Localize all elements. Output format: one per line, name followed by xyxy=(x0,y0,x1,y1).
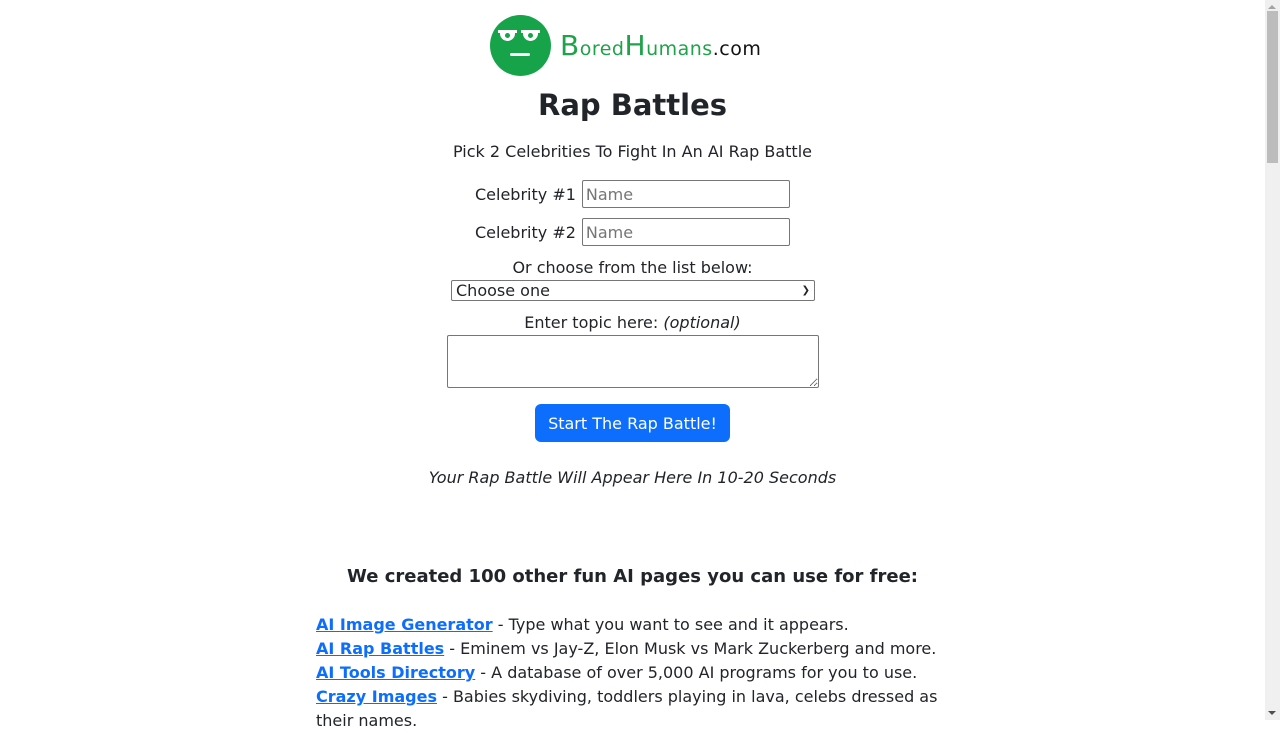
celebrity2-row: Celebrity #2 xyxy=(475,218,790,246)
link-ai-rap-battles[interactable]: AI Rap Battles xyxy=(316,639,444,658)
scroll-up-arrow-icon[interactable] xyxy=(1268,5,1276,9)
topic-textarea[interactable] xyxy=(447,335,819,388)
start-rap-battle-button[interactable]: Start The Rap Battle! xyxy=(535,404,730,442)
list-item: Crazy Images - Babies skydiving, toddler… xyxy=(316,687,938,730)
scrollbar-thumb[interactable] xyxy=(1267,11,1278,163)
celebrity1-input[interactable] xyxy=(581,180,790,208)
celebrity1-row: Celebrity #1 xyxy=(475,180,790,208)
page-title: Rap Battles xyxy=(537,88,728,122)
link-ai-image-generator[interactable]: AI Image Generator xyxy=(316,615,493,634)
site-logo[interactable]: BoredHumans.com xyxy=(490,14,761,76)
list-item: AI Rap Battles - Eminem vs Jay-Z, Elon M… xyxy=(316,639,937,658)
link-ai-tools-directory[interactable]: AI Tools Directory xyxy=(316,663,475,682)
page-subtitle: Pick 2 Celebrities To Fight In An AI Rap… xyxy=(453,142,812,161)
vertical-scrollbar[interactable] xyxy=(1265,0,1280,720)
optional-note: (optional) xyxy=(663,313,741,332)
topic-label: Enter topic here: (optional) xyxy=(524,313,741,332)
celebrity2-label: Celebrity #2 xyxy=(475,222,576,242)
page: BoredHumans.com Rap Battles Pick 2 Celeb… xyxy=(0,0,1265,730)
select-value: Choose one xyxy=(456,281,550,300)
link-crazy-images[interactable]: Crazy Images xyxy=(316,687,437,706)
celebrity1-label: Celebrity #1 xyxy=(475,184,576,204)
bored-face-icon xyxy=(490,14,551,76)
celebrity-pair-select[interactable]: Choose one ❯ xyxy=(451,280,815,301)
logo-wordmark: BoredHumans.com xyxy=(560,28,762,62)
celebrity2-input[interactable] xyxy=(581,218,790,246)
list-item: AI Tools Directory - A database of over … xyxy=(316,663,918,682)
chevron-down-icon: ❯ xyxy=(801,285,810,296)
scroll-down-arrow-icon[interactable] xyxy=(1268,711,1276,715)
more-pages-heading: We created 100 other fun AI pages you ca… xyxy=(347,566,918,587)
result-placeholder: Your Rap Battle Will Appear Here In 10-2… xyxy=(428,468,837,487)
choose-list-label: Or choose from the list below: xyxy=(512,258,753,277)
more-pages-list: AI Image Generator - Type what you want … xyxy=(316,613,956,733)
list-item: AI Image Generator - Type what you want … xyxy=(316,615,849,634)
